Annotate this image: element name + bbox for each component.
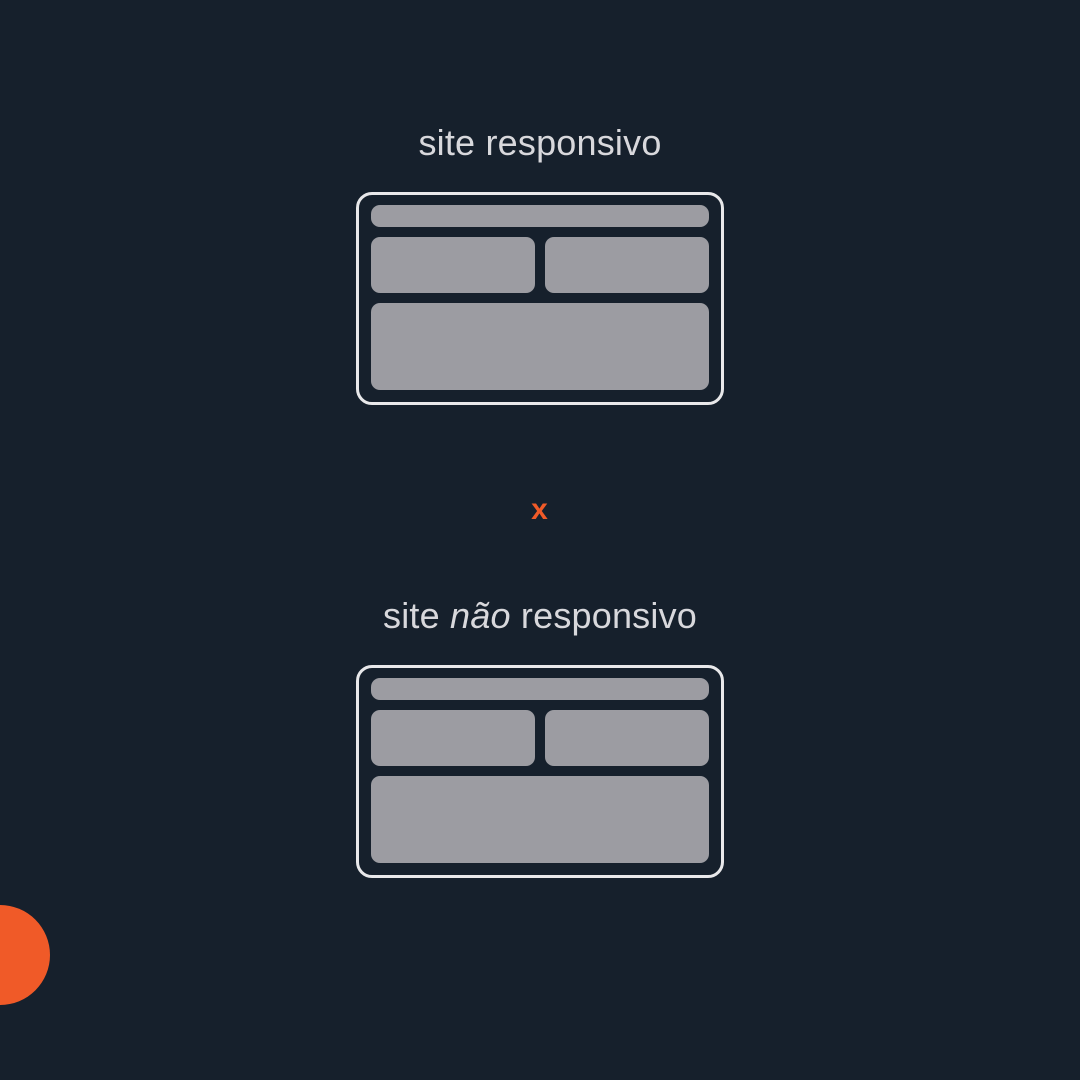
wireframe-non-responsive <box>356 665 724 878</box>
heading-non-responsive-pre: site <box>383 595 450 636</box>
heading-non-responsive-post: responsivo <box>511 595 697 636</box>
heading-responsive-text: site responsivo <box>418 122 661 163</box>
wireframe-header-bar <box>371 205 709 227</box>
wireframe-big-block <box>371 776 709 863</box>
separator-x: x <box>531 493 549 527</box>
wireframe-two-col-row <box>371 710 709 766</box>
wireframe-header-bar <box>371 678 709 700</box>
heading-non-responsive-em: não <box>450 595 511 636</box>
diagram-container: site responsivo x site não responsivo <box>0 0 1080 1080</box>
wireframe-col-right <box>545 237 709 293</box>
wireframe-col-left <box>371 237 535 293</box>
wireframe-col-left <box>371 710 535 766</box>
wireframe-big-block <box>371 303 709 390</box>
heading-non-responsive: site não responsivo <box>383 595 697 637</box>
wireframe-responsive <box>356 192 724 405</box>
wireframe-col-right <box>545 710 709 766</box>
wireframe-two-col-row <box>371 237 709 293</box>
heading-responsive: site responsivo <box>418 122 661 164</box>
